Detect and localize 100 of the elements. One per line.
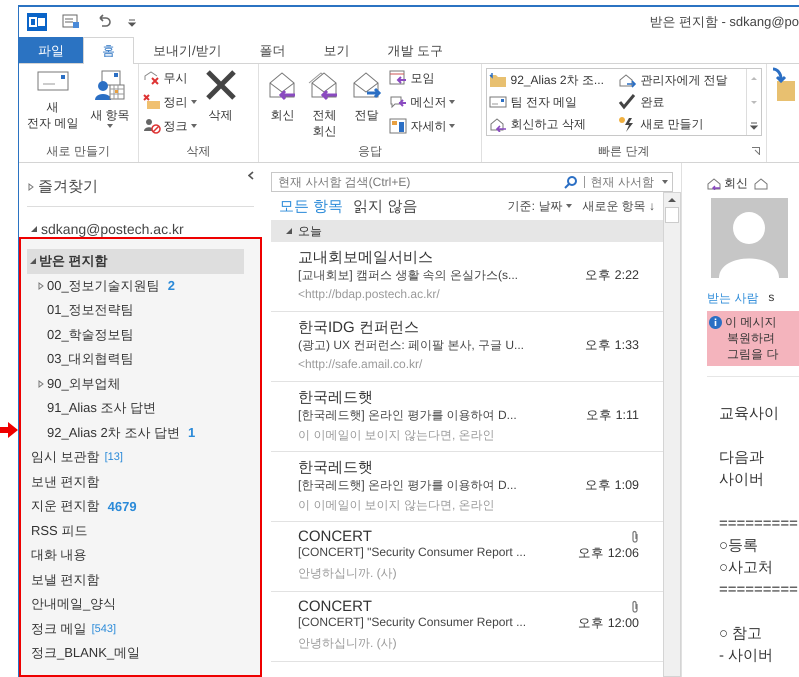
ribbon-tab[interactable]: 홈: [83, 37, 134, 64]
info-text: 그림을 다: [726, 346, 778, 362]
folder-item[interactable]: 임시 보관함 [13]: [27, 445, 244, 470]
sort-dropdown[interactable]: 기준: 날짜: [508, 198, 572, 214]
ribbon-button[interactable]: 메신저: [389, 91, 456, 113]
folder-item[interactable]: 지운 편지함 4679: [27, 494, 244, 518]
message-subject: [한국레드햇] 온라인 평가를 이용하여 D...: [298, 477, 517, 494]
quick-step[interactable]: 회신하고 삭제: [486, 113, 616, 135]
message-subject: (광고) UX 컨퍼런스: 페이팔 본사, 구글 U...: [298, 337, 524, 354]
meeting-icon: [389, 70, 408, 86]
ignore-icon: [142, 70, 161, 86]
body-text: 다음과: [719, 449, 764, 466]
reply-button[interactable]: 회신: [707, 175, 748, 192]
mail-icon: [488, 94, 507, 110]
folder-item[interactable]: 01_정보전략팀: [27, 298, 244, 322]
new-items-button[interactable]: 새 항목: [86, 67, 134, 143]
filter-tab[interactable]: 읽지 않음: [353, 196, 418, 216]
folder-item[interactable]: 90_외부업체: [27, 372, 244, 396]
search-field[interactable]: 현재 사서함 검색(Ctrl+E) 현재 사서함: [271, 172, 673, 192]
quick-step[interactable]: 팀 전자 메일: [486, 91, 616, 113]
ribbon-button[interactable]: 모임: [389, 67, 456, 89]
ribbon-tab[interactable]: 파일: [19, 37, 83, 63]
ribbon-button[interactable]: 정크: [142, 115, 197, 137]
folder-icon: [488, 72, 507, 88]
folder-item[interactable]: 91_Alias 조사 답변: [27, 396, 244, 420]
message-preview: 안녕하십니까. (사): [298, 565, 398, 582]
dialog-launcher-icon[interactable]: [752, 147, 760, 155]
message-sender: 한국IDG 컨퍼런스: [298, 318, 419, 337]
junk-icon: [142, 118, 161, 134]
sort-order-button[interactable]: 새로운 항목 ↓: [582, 198, 655, 214]
item-count: 1: [188, 425, 196, 440]
message-preview: 이 이메일이 보이지 않는다면, 온라인: [298, 427, 496, 444]
folder-item[interactable]: 03_대외협력팀: [27, 347, 244, 372]
search-scope-dropdown[interactable]: 현재 사서함: [590, 174, 668, 190]
dropdown-arrow-icon: [107, 124, 114, 128]
quick-step[interactable]: 완료: [616, 91, 746, 113]
group-label: 빠른 단계: [598, 143, 650, 160]
ribbon-button[interactable]: 무시: [142, 67, 197, 89]
reply-icon: [488, 116, 507, 132]
folder-item[interactable]: RSS 피드: [27, 518, 244, 543]
body-text: ○등록: [719, 537, 758, 554]
ribbon-button[interactable]: 정리: [142, 91, 197, 113]
ribbon-tab[interactable]: 보기: [304, 37, 369, 63]
folder-item[interactable]: 보낼 편지함: [27, 568, 244, 592]
message-subject: [한국레드햇] 온라인 평가를 이용하여 D...: [298, 407, 517, 424]
window-title: 받은 편지함 - sdkang@po: [649, 13, 799, 31]
ribbon-tab[interactable]: 개발 도구: [368, 37, 462, 63]
folder-item[interactable]: 안내메일_양식: [27, 592, 244, 616]
ribbon-tab[interactable]: 보내기/받기: [134, 37, 241, 63]
move-folder-icon[interactable]: [771, 67, 795, 101]
reply-all-icon[interactable]: [754, 178, 768, 190]
dropdown-arrow-icon: [566, 204, 572, 208]
message-sender: CONCERT: [298, 528, 372, 545]
message-subject: [CONCERT] "Security Consumer Report ...: [298, 615, 526, 631]
folder-item[interactable]: 92_Alias 2차 조사 답변 1: [27, 420, 244, 445]
message-time: 오후 1:33: [585, 337, 639, 354]
filter-tab[interactable]: 모든 항목: [279, 196, 344, 216]
item-count: [543]: [92, 622, 116, 635]
message-time: 오후 12:00: [578, 615, 639, 632]
message-preview: 안녕하십니까. (사): [298, 635, 398, 652]
body-text: ○ 참고: [719, 625, 762, 642]
message-time: 오후 2:22: [585, 267, 639, 284]
close-x-icon: [204, 69, 237, 101]
respond-button[interactable]: 전체 회신: [305, 67, 344, 143]
message-subject: [교내회보] 캠퍼스 생활 속의 온실가스(s...: [298, 267, 518, 284]
new-mail-button[interactable]: 새 전자 메일: [23, 67, 82, 143]
group-label: 오늘: [298, 222, 322, 240]
folder-item[interactable]: 받은 편지함: [27, 249, 244, 274]
collapse-pane-icon[interactable]: [248, 171, 254, 180]
body-text: - 사이버: [719, 647, 774, 664]
check-icon: [618, 94, 636, 110]
folder-item[interactable]: 보낸 편지함: [27, 470, 244, 494]
folder-item[interactable]: 02_학술정보팀: [27, 322, 244, 347]
paperclip-icon: [631, 530, 639, 544]
send-receive-icon[interactable]: [61, 13, 81, 31]
scrollbar[interactable]: [663, 192, 681, 677]
ribbon-button[interactable]: 자세히: [389, 115, 456, 137]
folder-item[interactable]: 대화 내용: [27, 543, 244, 568]
folder-item[interactable]: 정크 메일 [543]: [27, 616, 244, 641]
scroll-thumb[interactable]: [665, 207, 679, 223]
expand-arrow-icon: [27, 182, 35, 190]
ribbon-tab[interactable]: 폴더: [240, 37, 305, 63]
expand-arrow-icon: [30, 225, 38, 233]
quick-step[interactable]: 새로 만들기: [616, 113, 746, 135]
info-icon: [709, 316, 722, 329]
customize-icon[interactable]: [127, 17, 137, 27]
favorites-header[interactable]: 즐겨찾기: [27, 177, 98, 196]
account-header[interactable]: sdkang@postech.ac.kr: [30, 221, 262, 237]
delete-button[interactable]: 삭제: [200, 67, 241, 143]
item-count: [13]: [104, 451, 123, 464]
quick-step[interactable]: 관리자에게 전달: [616, 69, 746, 91]
group-header[interactable]: 오늘: [271, 220, 663, 242]
recipient-name: s: [768, 290, 774, 306]
body-text: 사이버: [719, 471, 764, 488]
body-text: 교육사이: [719, 405, 779, 422]
folder-item[interactable]: 00_정보기술지원팀 2: [27, 274, 244, 298]
respond-button[interactable]: 전달: [347, 67, 386, 143]
respond-button[interactable]: 회신: [263, 67, 302, 143]
folder-item[interactable]: 정크_BLANK_메일: [27, 641, 244, 666]
quick-step[interactable]: 92_Alias 2차 조...: [486, 69, 616, 91]
